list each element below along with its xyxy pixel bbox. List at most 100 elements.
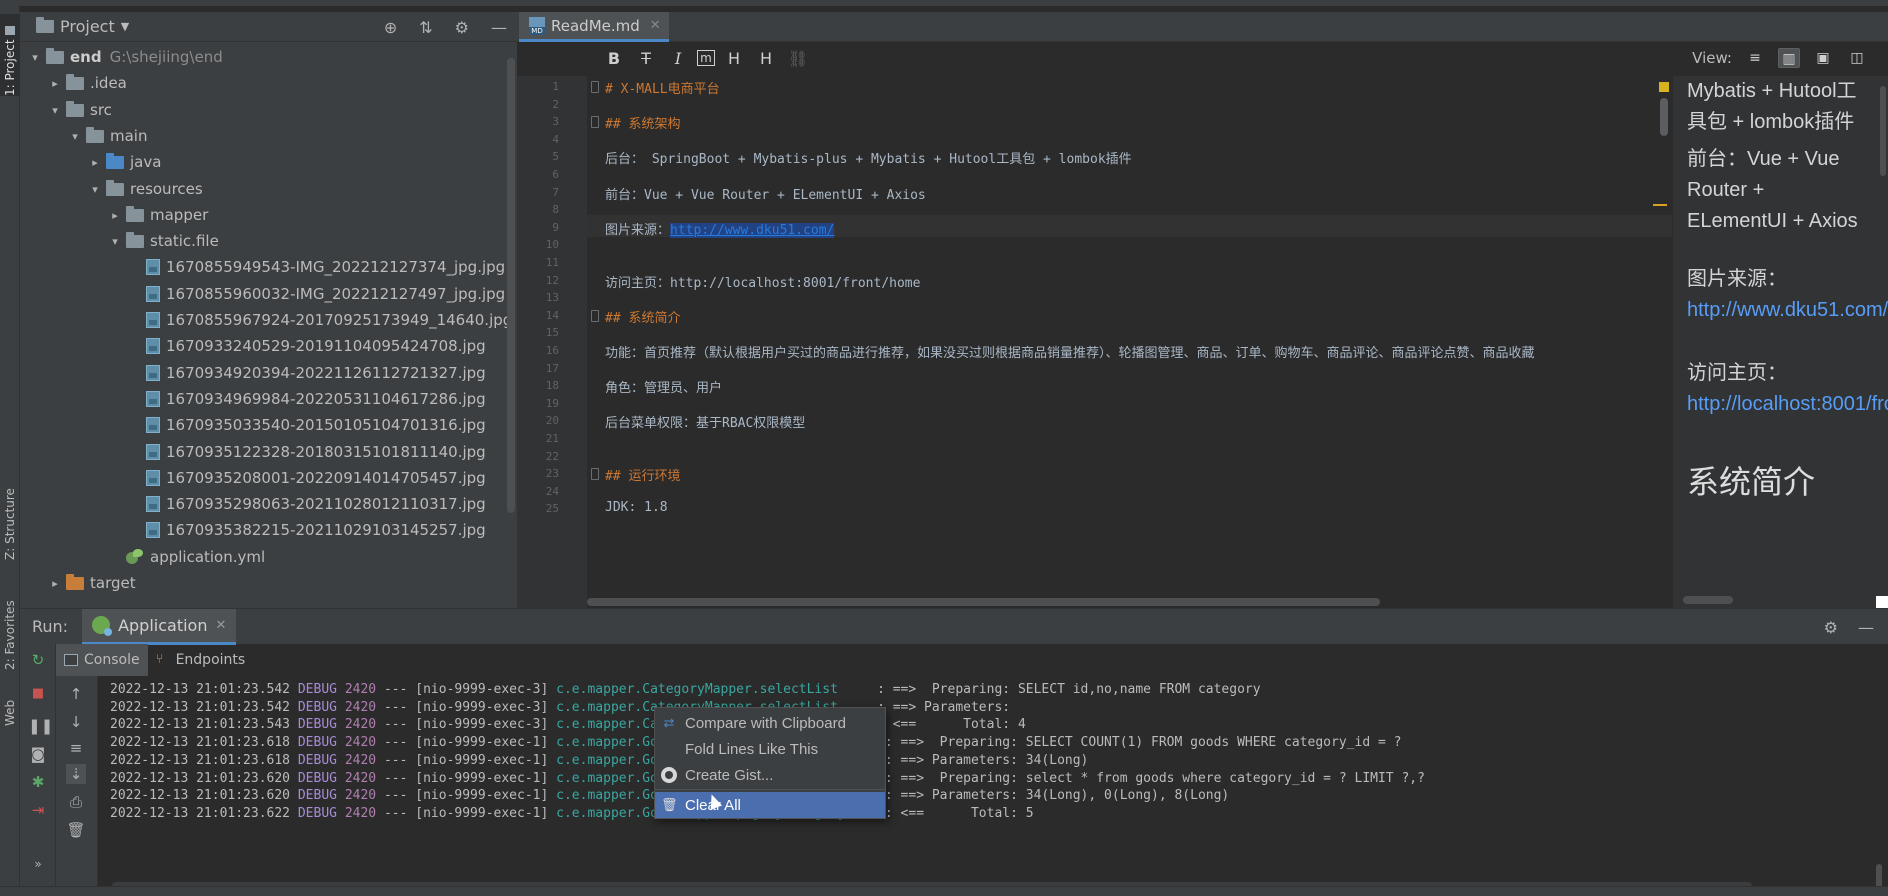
editor-horizontal-scrollbar[interactable] <box>587 598 1672 606</box>
close-icon[interactable]: ✕ <box>650 18 661 33</box>
editor-tabs: ReadMe.md ✕ <box>517 12 1888 42</box>
tab-project[interactable]: 1: Project <box>0 14 20 96</box>
tree-item[interactable]: ▸ .idea <box>20 72 517 94</box>
tab-web[interactable]: Web <box>0 682 20 726</box>
editor-scroll-thumb[interactable] <box>1660 98 1668 136</box>
tree-item-label: 1670935033540-20150105104701316.jpg <box>166 416 486 434</box>
stop-icon[interactable]: ■ <box>28 684 48 704</box>
camera-icon[interactable]: ◙ <box>28 744 48 764</box>
console-output[interactable]: 2022-12-13 21:01:23.542 DEBUG 2420 --- [… <box>98 676 1888 886</box>
tab-structure[interactable]: Z: Structure <box>0 476 20 560</box>
tree-item[interactable]: 1670935208001-20220914014705457.jpg <box>20 467 517 489</box>
locate-icon[interactable]: ⊕ <box>384 18 397 37</box>
strikethrough-button[interactable]: T <box>633 49 659 68</box>
tree-item[interactable]: ▾ end G:\shejiing\end <box>20 46 517 68</box>
tree-item[interactable]: 1670934969984-20220531104617286.jpg <box>20 388 517 410</box>
trash-icon[interactable]: 🗑 <box>66 820 86 840</box>
fold-marker-icon[interactable] <box>591 468 599 480</box>
pause-icon[interactable]: ❚❚ <box>28 716 53 736</box>
print-icon[interactable]: ⎙ <box>66 792 86 812</box>
tree-item[interactable]: 1670935298063-20211028012110317.jpg <box>20 493 517 515</box>
project-view-selector[interactable]: Project ▼ <box>36 17 129 36</box>
expanded-arrow-icon[interactable]: ▾ <box>108 235 122 248</box>
menu-fold-lines[interactable]: Fold Lines Like This <box>655 736 885 762</box>
tree-item[interactable]: 1670935122328-20180315101811140.jpg <box>20 441 517 463</box>
tree-item[interactable]: ▾ static.file <box>20 230 517 252</box>
gear-icon[interactable]: ⚙ <box>1824 618 1838 637</box>
tree-item[interactable]: ▸ target <box>20 572 517 594</box>
tree-item[interactable]: 1670855967924-20170925173949_14640.jpg <box>20 309 517 331</box>
hide-icon[interactable]: — <box>1858 618 1874 637</box>
preview-only-icon[interactable]: ▣ <box>1812 48 1834 68</box>
exit-icon[interactable]: ⇥ <box>28 800 48 820</box>
code-button[interactable]: m <box>697 50 715 66</box>
expanded-arrow-icon[interactable]: ▾ <box>68 130 82 143</box>
soft-wrap-icon[interactable]: ≡ <box>66 738 86 758</box>
tree-item[interactable]: ▸ java <box>20 151 517 173</box>
more-icon[interactable]: » <box>28 854 48 874</box>
code-line: 后台菜单权限：基于RBAC权限模型 <box>605 416 806 431</box>
link-button[interactable]: ⛓ <box>785 49 811 68</box>
project-scrollbar[interactable] <box>507 58 515 513</box>
preview-scroll-thumb[interactable] <box>1880 86 1886 176</box>
tree-item[interactable]: 1670935382215-20211029103145257.jpg <box>20 519 517 541</box>
tab-favorites[interactable]: 2: Favorites <box>0 584 20 670</box>
tree-item[interactable]: application.yml <box>20 546 517 568</box>
image-file-icon <box>146 417 160 433</box>
header-increase-button[interactable]: H <box>721 49 747 68</box>
menu-create-gist[interactable]: Create Gist... <box>655 762 885 788</box>
code-link[interactable]: http://www.dku51.com/ <box>670 223 835 238</box>
code-area[interactable]: 1 2 3 4 5 6 7 8 9 10 11 12 13 14 15 16 17 18 19 20 21 22 23 24 2… <box>517 76 1672 608</box>
tree-item[interactable]: ▾ resources <box>20 178 517 200</box>
preview-image-source-link[interactable]: http://www.dku51.com/ <box>1687 299 1888 321</box>
tree-item[interactable]: ▾ main <box>20 125 517 147</box>
tab-readme[interactable]: ReadMe.md ✕ <box>519 12 669 42</box>
tree-item[interactable]: 1670933240529-20191104095424708.jpg <box>20 335 517 357</box>
collapsed-arrow-icon[interactable]: ▸ <box>48 77 62 90</box>
editor-hscroll-thumb[interactable] <box>587 598 1380 606</box>
tab-application[interactable]: Application ✕ <box>82 608 237 645</box>
line-number: 24 <box>545 485 559 498</box>
collapsed-arrow-icon[interactable]: ▸ <box>48 577 62 590</box>
tab-endpoints[interactable]: ⑂ Endpoints <box>148 644 254 676</box>
gear-icon[interactable]: ⚙ <box>455 18 469 37</box>
fold-marker-icon[interactable] <box>591 310 599 322</box>
editor-only-icon[interactable]: ≡ <box>1744 48 1766 68</box>
tree-item[interactable]: 1670855949543-IMG_202212127374_jpg.jpg <box>20 256 517 278</box>
expanded-arrow-icon[interactable]: ▾ <box>88 183 102 196</box>
close-icon[interactable]: ✕ <box>215 618 226 633</box>
preview-scrollbar[interactable] <box>1878 76 1888 608</box>
menu-clear-all[interactable]: 🗑 Clear All <box>655 792 885 818</box>
italic-button[interactable]: I <box>665 49 691 68</box>
bug-icon[interactable]: ✱ <box>28 772 48 792</box>
folder-icon <box>66 73 84 90</box>
collapse-all-icon[interactable]: ⇅ <box>419 18 432 37</box>
collapsed-arrow-icon[interactable]: ▸ <box>108 209 122 222</box>
tree-item[interactable]: 1670935033540-20150105104701316.jpg <box>20 414 517 436</box>
collapsed-arrow-icon[interactable]: ▸ <box>88 156 102 169</box>
up-arrow-icon[interactable]: ↑ <box>66 684 86 704</box>
tree-item[interactable]: 1670934920394-20221126112721327.jpg <box>20 362 517 384</box>
bold-button[interactable]: B <box>601 49 627 68</box>
expanded-arrow-icon[interactable]: ▾ <box>48 104 62 117</box>
fold-marker-icon[interactable] <box>591 116 599 128</box>
preview-homepage-link[interactable]: http://localhost:8001/front/home <box>1687 393 1888 415</box>
rerun-icon[interactable]: ↻ <box>28 650 48 670</box>
fold-marker-icon[interactable] <box>591 81 599 93</box>
scroll-to-end-icon[interactable]: ⇣ <box>66 764 86 784</box>
hide-icon[interactable]: — <box>491 18 507 37</box>
tree-item[interactable]: ▸ mapper <box>20 204 517 226</box>
menu-compare-clipboard[interactable]: ⇄ Compare with Clipboard <box>655 710 885 736</box>
split-view-icon[interactable]: ▥ <box>1778 48 1800 68</box>
log-level: DEBUG <box>297 753 337 768</box>
tree-item[interactable]: 1670855960032-IMG_202212127497_jpg.jpg <box>20 283 517 305</box>
header-decrease-button[interactable]: H <box>753 49 779 68</box>
expanded-arrow-icon[interactable]: ▾ <box>28 51 42 64</box>
tree-item[interactable]: ▾ src <box>20 99 517 121</box>
down-arrow-icon[interactable]: ↓ <box>66 712 86 732</box>
tab-console[interactable]: Console <box>56 644 148 676</box>
preview-hscrollbar[interactable] <box>1683 596 1733 604</box>
editor-vertical-scrollbar[interactable] <box>1653 76 1669 608</box>
layout-toggle-icon[interactable]: ◫ <box>1846 48 1868 68</box>
trash-icon: 🗑 <box>661 797 678 812</box>
